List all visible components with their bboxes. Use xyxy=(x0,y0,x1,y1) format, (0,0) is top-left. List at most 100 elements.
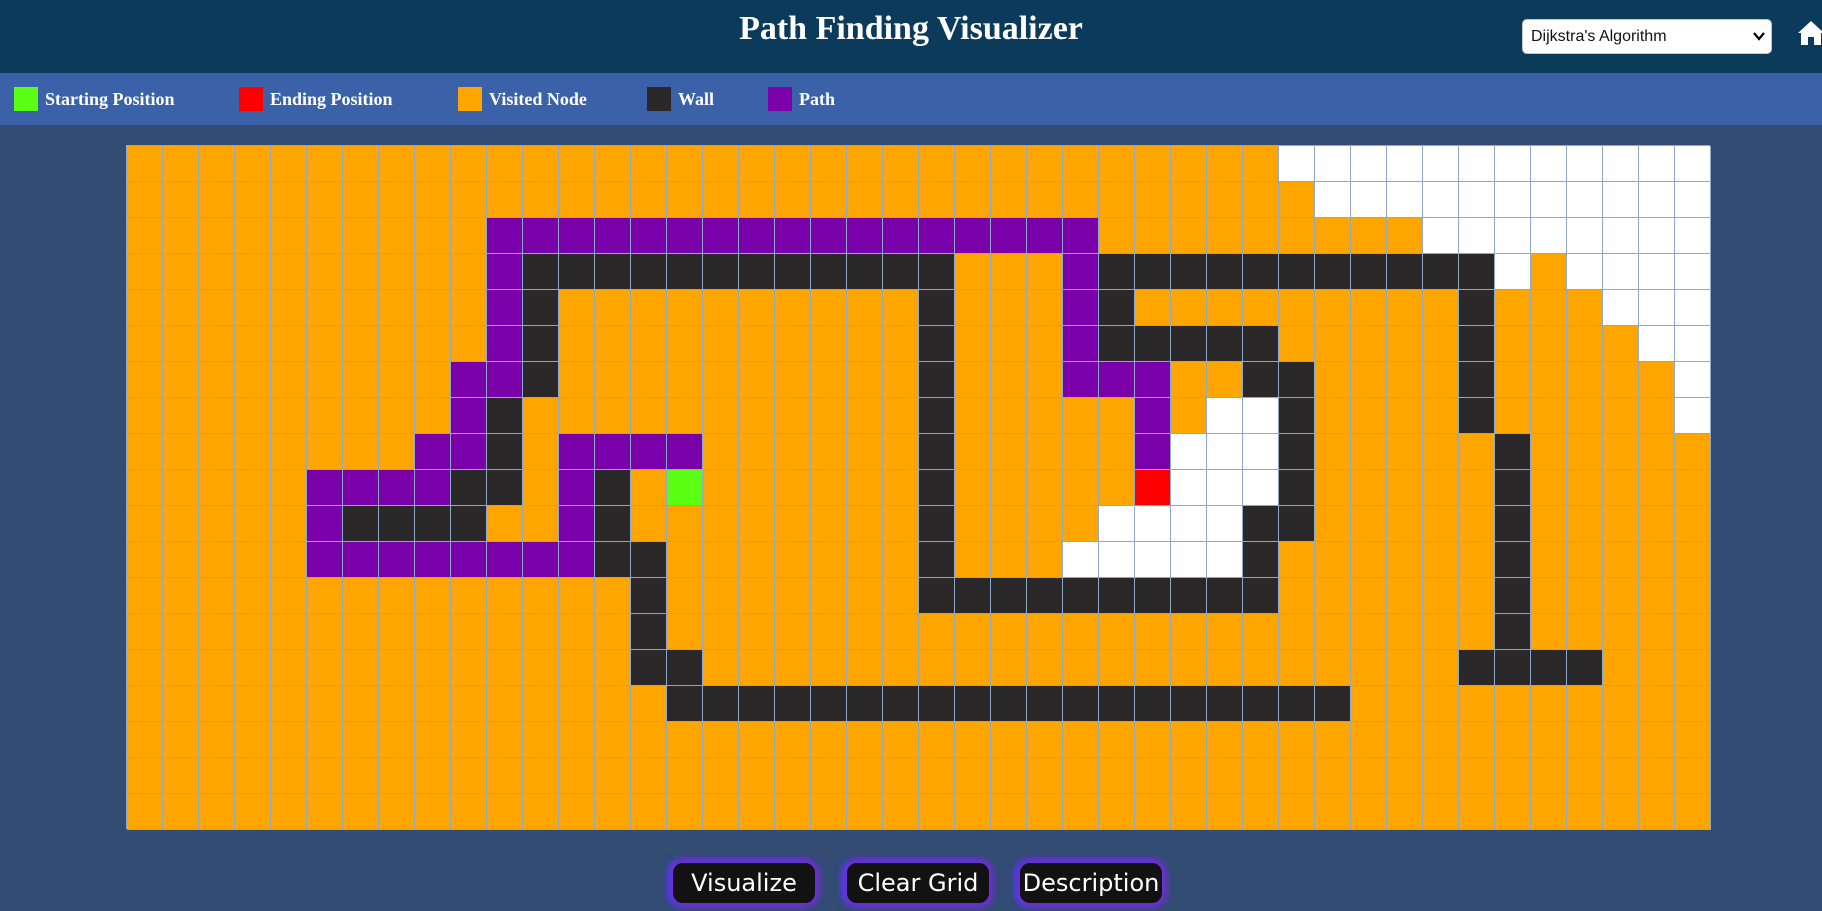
visualize-button[interactable]: Visualize xyxy=(671,861,817,905)
grid-cell-path[interactable] xyxy=(487,254,523,290)
grid-cell-visited[interactable] xyxy=(703,758,739,794)
grid-cell-visited[interactable] xyxy=(1315,614,1351,650)
grid-cell-visited[interactable] xyxy=(271,650,307,686)
grid-cell-visited[interactable] xyxy=(955,398,991,434)
grid-cell-visited[interactable] xyxy=(235,362,271,398)
grid-cell-visited[interactable] xyxy=(1423,506,1459,542)
grid-cell-visited[interactable] xyxy=(163,254,199,290)
grid-cell-visited[interactable] xyxy=(1423,326,1459,362)
grid-cell-visited[interactable] xyxy=(307,686,343,722)
grid-cell-visited[interactable] xyxy=(1423,470,1459,506)
grid-cell-visited[interactable] xyxy=(487,506,523,542)
grid-cell-visited[interactable] xyxy=(1531,794,1567,830)
grid-cell-visited[interactable] xyxy=(595,614,631,650)
grid-cell-wall[interactable] xyxy=(1315,254,1351,290)
grid-cell-visited[interactable] xyxy=(703,470,739,506)
grid-cell-visited[interactable] xyxy=(739,182,775,218)
grid-cell-visited[interactable] xyxy=(631,470,667,506)
grid-cell-visited[interactable] xyxy=(1207,182,1243,218)
grid-cell-visited[interactable] xyxy=(1351,470,1387,506)
grid-cell-unvisited[interactable] xyxy=(1315,146,1351,182)
grid-cell-visited[interactable] xyxy=(1567,686,1603,722)
grid-cell-visited[interactable] xyxy=(163,686,199,722)
grid-cell-visited[interactable] xyxy=(1099,218,1135,254)
grid-cell-wall[interactable] xyxy=(667,254,703,290)
grid-cell-wall[interactable] xyxy=(1495,470,1531,506)
description-button[interactable]: Description xyxy=(1018,861,1164,905)
grid-cell-visited[interactable] xyxy=(559,578,595,614)
grid-cell-visited[interactable] xyxy=(163,434,199,470)
grid-cell-visited[interactable] xyxy=(667,614,703,650)
grid-cell-visited[interactable] xyxy=(1243,758,1279,794)
grid-cell-visited[interactable] xyxy=(1531,578,1567,614)
grid-cell-visited[interactable] xyxy=(163,506,199,542)
grid-cell-visited[interactable] xyxy=(1351,650,1387,686)
grid-cell-visited[interactable] xyxy=(559,794,595,830)
grid-cell-visited[interactable] xyxy=(1603,578,1639,614)
grid-cell-visited[interactable] xyxy=(523,758,559,794)
grid-cell-visited[interactable] xyxy=(415,254,451,290)
grid-cell-visited[interactable] xyxy=(1279,218,1315,254)
grid-cell-visited[interactable] xyxy=(1423,722,1459,758)
grid-cell-wall[interactable] xyxy=(1207,254,1243,290)
grid-cell-wall[interactable] xyxy=(667,686,703,722)
grid-cell-wall[interactable] xyxy=(1207,686,1243,722)
grid-cell-wall[interactable] xyxy=(1279,398,1315,434)
grid-cell-visited[interactable] xyxy=(775,758,811,794)
grid-cell-unvisited[interactable] xyxy=(1639,254,1675,290)
grid-cell-visited[interactable] xyxy=(703,326,739,362)
grid-cell-visited[interactable] xyxy=(1603,434,1639,470)
grid-cell-visited[interactable] xyxy=(271,326,307,362)
grid-cell-visited[interactable] xyxy=(1495,326,1531,362)
grid-cell-visited[interactable] xyxy=(1279,650,1315,686)
grid-cell-visited[interactable] xyxy=(883,794,919,830)
grid-cell-visited[interactable] xyxy=(991,506,1027,542)
grid-cell-visited[interactable] xyxy=(1531,434,1567,470)
grid-cell-wall[interactable] xyxy=(1063,686,1099,722)
grid-cell-visited[interactable] xyxy=(775,506,811,542)
grid-cell-visited[interactable] xyxy=(559,398,595,434)
grid-cell-path[interactable] xyxy=(1063,326,1099,362)
grid-cell-visited[interactable] xyxy=(703,542,739,578)
grid-cell-visited[interactable] xyxy=(919,794,955,830)
grid-cell-visited[interactable] xyxy=(523,578,559,614)
grid-cell-unvisited[interactable] xyxy=(1639,290,1675,326)
grid-cell-visited[interactable] xyxy=(127,434,163,470)
grid-cell-unvisited[interactable] xyxy=(1675,290,1711,326)
grid-cell-visited[interactable] xyxy=(415,218,451,254)
grid-cell-path[interactable] xyxy=(559,506,595,542)
grid-cell-visited[interactable] xyxy=(1531,470,1567,506)
grid-cell-path[interactable] xyxy=(1135,398,1171,434)
grid-cell-visited[interactable] xyxy=(955,434,991,470)
grid-cell-wall[interactable] xyxy=(919,578,955,614)
grid-cell-visited[interactable] xyxy=(1423,578,1459,614)
grid-cell-visited[interactable] xyxy=(343,794,379,830)
grid-cell-visited[interactable] xyxy=(1459,614,1495,650)
grid-cell-visited[interactable] xyxy=(1135,290,1171,326)
grid-cell-visited[interactable] xyxy=(379,650,415,686)
grid-cell-visited[interactable] xyxy=(883,578,919,614)
grid-cell-visited[interactable] xyxy=(847,506,883,542)
grid-cell-visited[interactable] xyxy=(235,254,271,290)
grid-cell-visited[interactable] xyxy=(127,686,163,722)
grid-cell-wall[interactable] xyxy=(991,686,1027,722)
grid-cell-visited[interactable] xyxy=(775,326,811,362)
grid-cell-wall[interactable] xyxy=(487,434,523,470)
grid-cell-wall[interactable] xyxy=(1099,578,1135,614)
grid-cell-visited[interactable] xyxy=(1315,398,1351,434)
grid-cell-wall[interactable] xyxy=(631,578,667,614)
grid-cell-visited[interactable] xyxy=(847,614,883,650)
grid-cell-visited[interactable] xyxy=(379,758,415,794)
grid-cell-visited[interactable] xyxy=(199,398,235,434)
grid-cell-visited[interactable] xyxy=(1063,758,1099,794)
grid-cell-wall[interactable] xyxy=(451,470,487,506)
grid-cell-visited[interactable] xyxy=(379,578,415,614)
grid-cell-unvisited[interactable] xyxy=(1351,146,1387,182)
grid-cell-visited[interactable] xyxy=(811,614,847,650)
grid-cell-wall[interactable] xyxy=(1531,650,1567,686)
grid-cell-visited[interactable] xyxy=(271,506,307,542)
grid-cell-visited[interactable] xyxy=(1675,794,1711,830)
grid-cell-visited[interactable] xyxy=(1171,758,1207,794)
grid-cell-unvisited[interactable] xyxy=(1495,146,1531,182)
algorithm-select[interactable]: Dijkstra's Algorithm xyxy=(1522,19,1772,54)
